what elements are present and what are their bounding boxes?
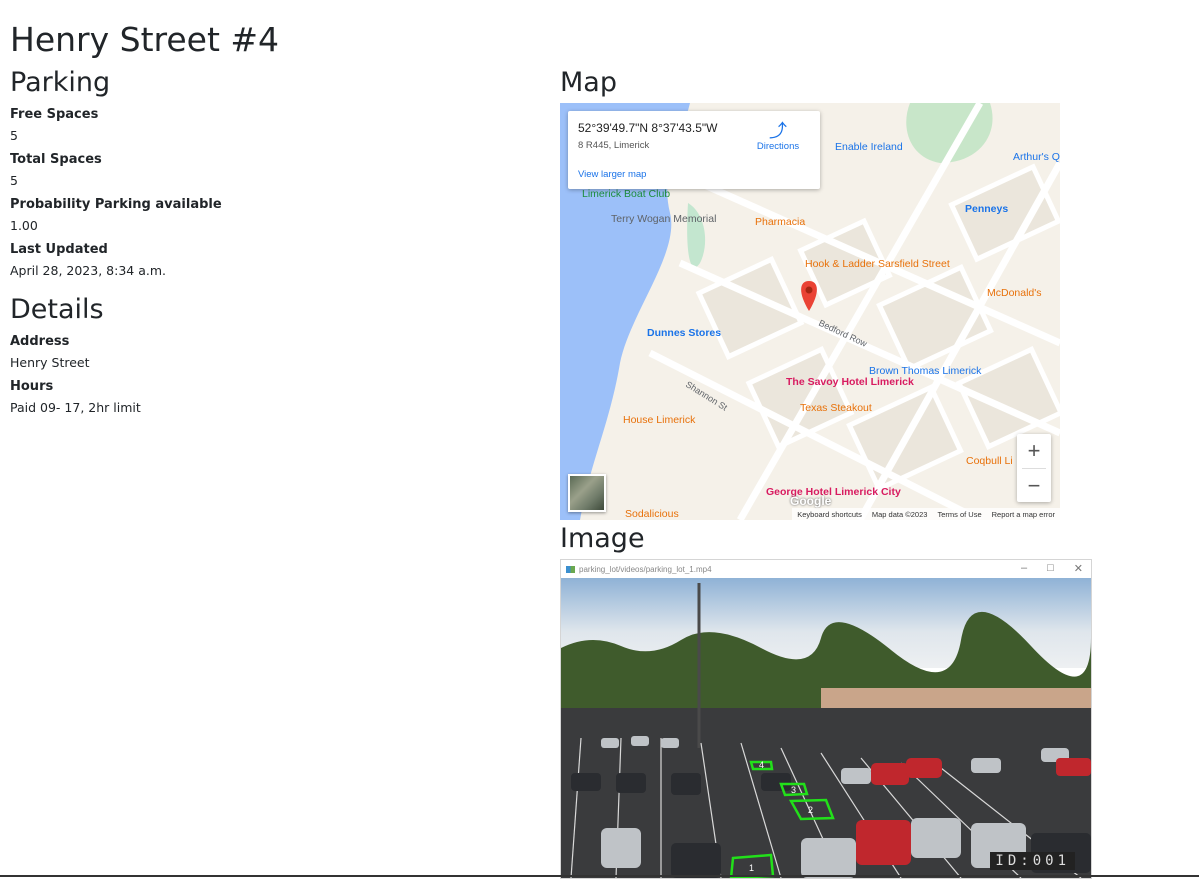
probability-label: Probability Parking available bbox=[10, 197, 222, 212]
map-heading: Map bbox=[560, 67, 617, 98]
last-updated-label: Last Updated bbox=[10, 242, 108, 257]
map-label: Penneys bbox=[965, 203, 1008, 215]
map-label: Limerick Boat Club bbox=[582, 188, 670, 200]
space-label: 2 bbox=[808, 805, 813, 815]
address-label: Address bbox=[10, 334, 70, 349]
total-spaces-value: 5 bbox=[10, 173, 18, 188]
map-label: Dunnes Stores bbox=[647, 327, 721, 339]
map-label: Coqbull Li bbox=[966, 455, 1013, 467]
probability-value: 1.00 bbox=[10, 218, 38, 233]
map-coordinates: 52°39'49.7"N 8°37'43.5"W bbox=[578, 121, 718, 135]
google-logo: Google bbox=[790, 494, 832, 508]
map-label: Arthur's Q bbox=[1013, 151, 1060, 163]
zoom-controls: + − bbox=[1017, 434, 1051, 502]
map-label: The Savoy Hotel Limerick bbox=[786, 376, 914, 388]
space-label: 4 bbox=[759, 760, 764, 770]
directions-label: Directions bbox=[756, 141, 800, 152]
map-label: House Limerick bbox=[623, 414, 696, 426]
maximize-button[interactable]: □ bbox=[1047, 562, 1054, 575]
map-footer: Keyboard shortcuts Map data ©2023 Terms … bbox=[792, 508, 1060, 520]
hours-value: Paid 09- 17, 2hr limit bbox=[10, 400, 141, 415]
address-value: Henry Street bbox=[10, 355, 90, 370]
parking-lot-photo: 1 2 3 4 bbox=[561, 578, 1091, 878]
minimize-button[interactable]: – bbox=[1021, 562, 1027, 575]
space-label: 1 bbox=[749, 863, 754, 873]
map-label: Pharmacia bbox=[755, 216, 805, 228]
map-data-link[interactable]: Map data ©2023 bbox=[872, 510, 928, 519]
terms-link[interactable]: Terms of Use bbox=[937, 510, 981, 519]
zoom-in-button[interactable]: + bbox=[1017, 434, 1051, 468]
camera-id-overlay: ID:001 bbox=[990, 852, 1075, 870]
page-title: Henry Street #4 bbox=[10, 20, 280, 59]
directions-button[interactable]: ⤴ Directions bbox=[752, 121, 804, 152]
map-label: McDonald's bbox=[987, 287, 1042, 299]
parking-list: Free Spaces 5 Total Spaces 5 Probability… bbox=[10, 106, 530, 279]
details-heading: Details bbox=[10, 294, 104, 325]
image-heading: Image bbox=[560, 523, 645, 554]
map-label: Enable Ireland bbox=[835, 141, 903, 153]
details-list: Address Henry Street Hours Paid 09- 17, … bbox=[10, 333, 530, 416]
zoom-out-button[interactable]: − bbox=[1017, 469, 1051, 503]
map-label: Hook & Ladder Sarsfield Street bbox=[805, 258, 950, 270]
map-label: Terry Wogan Memorial bbox=[611, 213, 716, 225]
total-spaces-label: Total Spaces bbox=[10, 152, 102, 167]
map-label: George Hotel Limerick City bbox=[766, 486, 901, 498]
hours-label: Hours bbox=[10, 379, 54, 394]
media-column: Map Enable Ireland Arthur's Q Penneys Ph… bbox=[560, 66, 1160, 879]
map-address: 8 R445, Limerick bbox=[578, 140, 650, 151]
video-window-titlebar: parking_lot/videos/parking_lot_1.mp4 – □… bbox=[561, 560, 1091, 578]
keyboard-shortcuts-link[interactable]: Keyboard shortcuts bbox=[797, 510, 862, 519]
map-label: Texas Steakout bbox=[800, 402, 872, 414]
last-updated-value: April 28, 2023, 8:34 a.m. bbox=[10, 263, 166, 278]
parking-heading: Parking bbox=[10, 67, 111, 98]
free-spaces-label: Free Spaces bbox=[10, 107, 99, 122]
video-window-title: parking_lot/videos/parking_lot_1.mp4 bbox=[579, 564, 712, 574]
embedded-map[interactable]: Enable Ireland Arthur's Q Penneys Pharma… bbox=[560, 103, 1060, 520]
close-button[interactable]: ✕ bbox=[1074, 562, 1083, 575]
window-controls: – □ ✕ bbox=[1021, 562, 1083, 575]
app-icon bbox=[566, 565, 575, 573]
view-larger-map-link[interactable]: View larger map bbox=[578, 169, 646, 180]
directions-icon: ⤴ bbox=[769, 121, 787, 141]
parking-camera-image: parking_lot/videos/parking_lot_1.mp4 – □… bbox=[560, 559, 1092, 879]
space-label: 3 bbox=[791, 785, 796, 795]
map-info-card: 52°39'49.7"N 8°37'43.5"W 8 R445, Limeric… bbox=[568, 111, 820, 189]
info-column: Parking Free Spaces 5 Total Spaces 5 Pro… bbox=[10, 66, 530, 416]
report-map-error-link[interactable]: Report a map error bbox=[992, 510, 1055, 519]
satellite-toggle[interactable] bbox=[568, 474, 606, 512]
free-spaces-value: 5 bbox=[10, 128, 18, 143]
map-label: Sodalicious bbox=[625, 508, 679, 520]
